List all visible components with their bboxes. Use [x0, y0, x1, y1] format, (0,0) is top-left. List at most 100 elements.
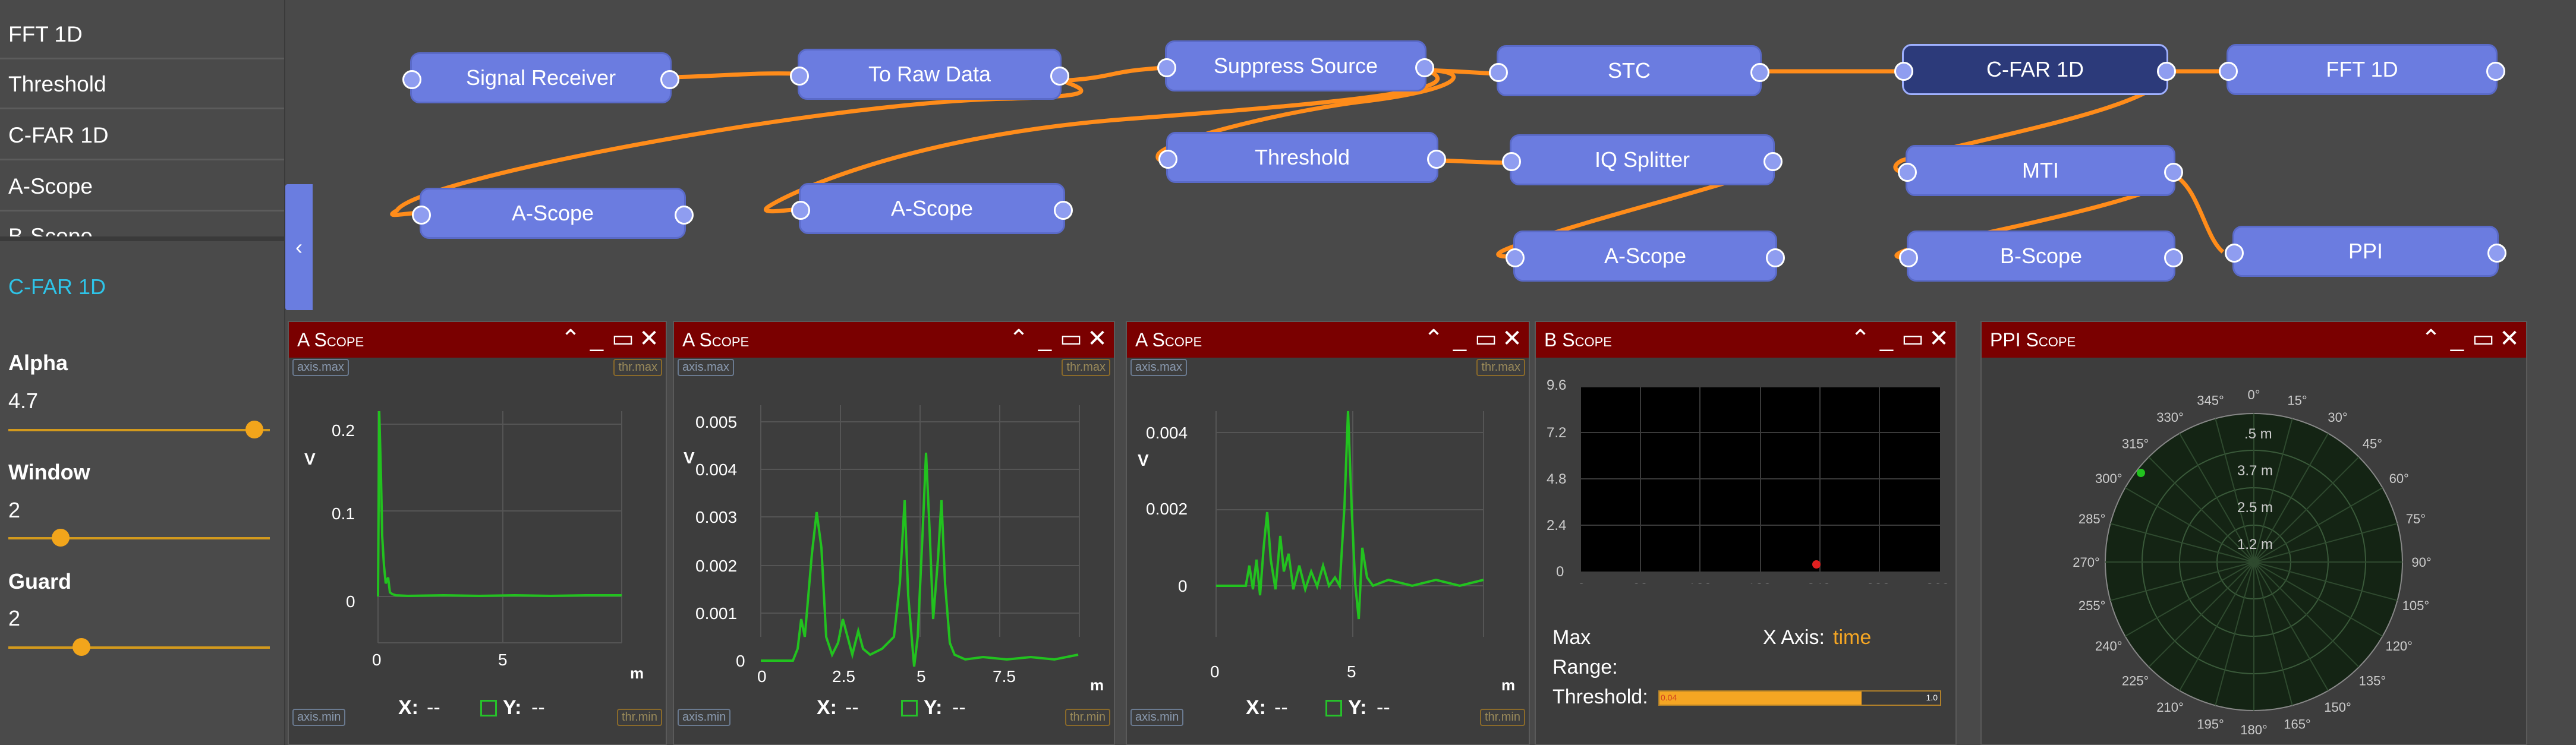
- ppi-angle-label: 285°: [2079, 512, 2106, 526]
- minimize-button[interactable]: _: [2444, 326, 2470, 352]
- collapse-up-button[interactable]: ⌃: [1006, 326, 1032, 352]
- maximize-button[interactable]: ▭: [610, 326, 636, 352]
- x-axis-value[interactable]: time: [1833, 626, 1871, 649]
- node-mti[interactable]: MTI: [1898, 145, 2183, 196]
- y-readout-checkbox[interactable]: [901, 700, 918, 716]
- input-port[interactable]: [1899, 248, 1918, 267]
- axis-min-tag[interactable]: axis.min: [292, 709, 346, 726]
- axis-min-tag[interactable]: axis.min: [1130, 709, 1184, 726]
- output-port[interactable]: [1766, 248, 1785, 267]
- output-port[interactable]: [1050, 67, 1069, 86]
- close-button[interactable]: ✕: [1499, 326, 1525, 352]
- guard-slider[interactable]: [8, 638, 270, 656]
- input-port[interactable]: [1158, 150, 1177, 169]
- close-button[interactable]: ✕: [2496, 326, 2523, 352]
- close-button[interactable]: ✕: [636, 326, 662, 352]
- alpha-slider-knob[interactable]: [245, 421, 263, 438]
- input-port[interactable]: [1506, 248, 1525, 267]
- ppi-angle-label: 225°: [2122, 673, 2149, 688]
- output-port[interactable]: [1427, 150, 1446, 169]
- input-port[interactable]: [1157, 58, 1176, 77]
- window-title-bar[interactable]: A Scope ⌃ _ ▭ ✕: [1127, 322, 1529, 358]
- close-button[interactable]: ✕: [1926, 326, 1952, 352]
- node-cfar-1d[interactable]: C-FAR 1D: [1894, 44, 2176, 95]
- minimize-button[interactable]: _: [1032, 326, 1058, 352]
- node-threshold[interactable]: Threshold: [1158, 132, 1446, 183]
- threshold-max-text: 1.0: [1926, 693, 1938, 702]
- output-port[interactable]: [2486, 62, 2505, 81]
- node-fft-1d[interactable]: FFT 1D: [2219, 44, 2505, 95]
- window-title: B Scope: [1544, 329, 1612, 351]
- input-port[interactable]: [1502, 152, 1521, 171]
- x-readout-value: --: [1274, 696, 1288, 719]
- maximize-button[interactable]: ▭: [2470, 326, 2496, 352]
- node-a-scope-3[interactable]: A-Scope: [1506, 231, 1785, 282]
- thr-min-tag[interactable]: thr.min: [1065, 709, 1110, 726]
- threshold-range-bar[interactable]: 0.04 1.0: [1658, 690, 1941, 706]
- node-b-scope[interactable]: B-Scope: [1899, 231, 2183, 282]
- y-readout-checkbox[interactable]: [480, 700, 497, 716]
- alpha-slider[interactable]: [8, 421, 270, 438]
- window-title-bar[interactable]: B Scope ⌃ _ ▭ ✕: [1536, 322, 1955, 358]
- maximize-button[interactable]: ▭: [1058, 326, 1084, 352]
- window-title-bar[interactable]: PPI Scope ⌃ _ ▭ ✕: [1982, 322, 2526, 358]
- input-port[interactable]: [791, 201, 810, 220]
- thr-min-tag[interactable]: thr.min: [1479, 709, 1525, 726]
- y-readout-value: --: [1377, 696, 1390, 719]
- output-port[interactable]: [660, 70, 679, 89]
- y-tick: 0.004: [1146, 424, 1188, 442]
- axis-min-tag[interactable]: axis.min: [678, 709, 731, 726]
- a-scope-plot[interactable]: V 0.2 0.1 0 0 5 m: [289, 358, 666, 702]
- input-port[interactable]: [790, 67, 809, 86]
- thr-min-tag[interactable]: thr.min: [616, 709, 662, 726]
- collapse-up-button[interactable]: ⌃: [1421, 326, 1447, 352]
- collapse-up-button[interactable]: ⌃: [558, 326, 584, 352]
- input-port[interactable]: [1489, 63, 1508, 82]
- input-port[interactable]: [2219, 62, 2238, 81]
- minimize-button[interactable]: _: [1447, 326, 1473, 352]
- node-signal-receiver[interactable]: Signal Receiver: [402, 52, 679, 103]
- window-title-bar[interactable]: A Scope ⌃ _ ▭ ✕: [674, 322, 1114, 358]
- y-readout-checkbox[interactable]: [1325, 700, 1342, 716]
- close-button[interactable]: ✕: [1084, 326, 1110, 352]
- input-port[interactable]: [1894, 62, 1913, 81]
- window-slider-knob[interactable]: [52, 529, 70, 547]
- a-scope-plot[interactable]: V 0.004 0.002 0 0 5 m: [1127, 358, 1529, 702]
- output-port[interactable]: [1763, 152, 1783, 171]
- output-port[interactable]: [2164, 163, 2183, 182]
- ppi-plot[interactable]: 0° 15° 30° 45° 60° 75° 90° 105° 120° 135° 150° 165°…: [1982, 358, 2526, 744]
- node-suppress-source[interactable]: Suppress Source: [1157, 40, 1434, 91]
- input-port[interactable]: [402, 70, 421, 89]
- node-label: C-FAR 1D: [1986, 57, 2084, 81]
- node-a-scope-1[interactable]: A-Scope: [412, 188, 694, 239]
- a-scope-window-1: A Scope ⌃ _ ▭ ✕ axis.max thr.max axis.mi…: [288, 321, 667, 745]
- output-port[interactable]: [675, 206, 694, 225]
- output-port[interactable]: [2164, 248, 2183, 267]
- node-a-scope-2[interactable]: A-Scope: [791, 183, 1073, 234]
- output-port[interactable]: [1054, 201, 1073, 220]
- output-port[interactable]: [1415, 58, 1434, 77]
- b-scope-plot[interactable]: 9.6 7.2 4.8 2.4 0 0 60 120 180 240 300 3…: [1536, 358, 1955, 583]
- window-title-bar[interactable]: A Scope ⌃ _ ▭ ✕: [289, 322, 666, 358]
- collapse-up-button[interactable]: ⌃: [2418, 326, 2444, 352]
- node-ppi[interactable]: PPI: [2225, 226, 2506, 277]
- node-to-raw-data[interactable]: To Raw Data: [790, 49, 1069, 100]
- output-port[interactable]: [2157, 62, 2176, 81]
- minimize-button[interactable]: _: [1873, 326, 1900, 352]
- collapse-up-button[interactable]: ⌃: [1847, 326, 1873, 352]
- input-port[interactable]: [1898, 163, 1917, 182]
- input-port[interactable]: [412, 206, 431, 225]
- guard-value: 2: [8, 606, 21, 630]
- input-port[interactable]: [2225, 244, 2244, 263]
- node-stc[interactable]: STC: [1489, 45, 1769, 96]
- node-iq-splitter[interactable]: IQ Splitter: [1502, 134, 1783, 185]
- x-tick: 60: [1632, 580, 1648, 583]
- a-scope-plot[interactable]: V 0.005 0.004 0.003 0.002 0.001 0 0 2.5 …: [674, 358, 1114, 702]
- maximize-button[interactable]: ▭: [1900, 326, 1926, 352]
- guard-slider-knob[interactable]: [73, 638, 91, 656]
- output-port[interactable]: [2487, 244, 2506, 263]
- output-port[interactable]: [1750, 63, 1769, 82]
- minimize-button[interactable]: _: [584, 326, 610, 352]
- window-slider[interactable]: [8, 529, 270, 547]
- maximize-button[interactable]: ▭: [1473, 326, 1499, 352]
